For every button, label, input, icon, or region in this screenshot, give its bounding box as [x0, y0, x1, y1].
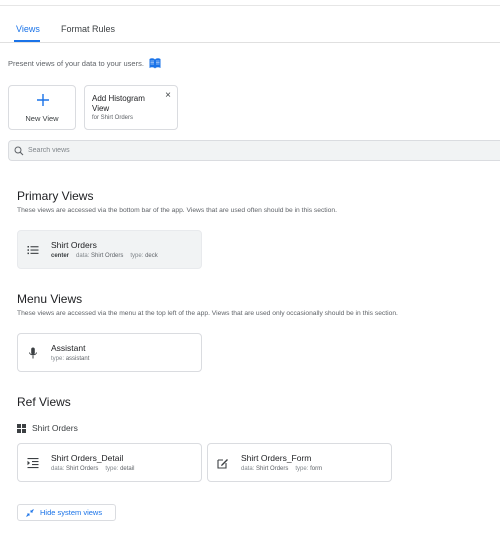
data-label: data:	[76, 253, 90, 259]
plus-icon	[37, 94, 49, 106]
intro: Present views of your data to your users…	[8, 58, 161, 69]
type-label: type:	[51, 356, 65, 362]
hide-system-views-button[interactable]: Hide system views	[17, 504, 116, 521]
view-name: Assistant	[51, 343, 86, 353]
search-icon	[14, 146, 24, 155]
menu-views-title: Menu Views	[17, 292, 83, 306]
active-tab-indicator	[14, 40, 40, 42]
menu-views-description: These views are accessed via the menu at…	[17, 310, 398, 317]
microphone-icon	[29, 347, 37, 359]
view-card-shirt-orders[interactable]: Shirt Orders center data: Shirt Orders typ…	[17, 230, 202, 269]
search-input[interactable]	[28, 147, 428, 154]
ref-group-header: Shirt Orders	[17, 423, 78, 433]
top-divider	[0, 5, 500, 6]
view-data: Shirt Orders	[91, 253, 124, 259]
data-label: data:	[51, 466, 65, 472]
view-type: detail	[120, 466, 135, 472]
view-meta: type: assistant	[51, 356, 89, 362]
suggestion-subtitle: for Shirt Orders	[92, 115, 134, 121]
close-icon[interactable]: ×	[165, 90, 171, 101]
ref-views-title: Ref Views	[17, 395, 71, 409]
ref-group-label: Shirt Orders	[32, 423, 78, 433]
tab-bar: Views Format Rules	[0, 18, 500, 43]
view-card-shirt-orders-form[interactable]: Shirt Orders_Form data: Shirt Orders type…	[207, 443, 392, 482]
view-type: form	[310, 466, 323, 472]
primary-views-title: Primary Views	[17, 189, 94, 203]
primary-views-description: These views are accessed via the bottom …	[17, 207, 337, 214]
view-meta: data: Shirt Orders type: detail	[51, 466, 134, 472]
view-data: Shirt Orders	[256, 466, 289, 472]
view-card-assistant[interactable]: Assistant type: assistant	[17, 333, 202, 372]
view-type: assistant	[65, 356, 90, 362]
add-histogram-suggestion[interactable]: Add Histogram View for Shirt Orders ×	[84, 85, 178, 130]
intro-text: Present views of your data to your users…	[8, 59, 144, 68]
view-data: Shirt Orders	[66, 466, 99, 472]
type-label: type:	[295, 466, 309, 472]
type-label: type:	[105, 466, 119, 472]
suggestion-title: Add Histogram View	[92, 94, 145, 113]
data-label: data:	[241, 466, 255, 472]
search-bar	[8, 140, 500, 161]
book-icon[interactable]	[149, 58, 161, 69]
view-position: center	[51, 253, 70, 259]
view-name: Shirt Orders	[51, 240, 97, 250]
tab-views[interactable]: Views	[16, 24, 40, 34]
collapse-arrows-icon	[26, 508, 34, 517]
view-name: Shirt Orders_Form	[241, 453, 312, 463]
new-view-button[interactable]: New View	[8, 85, 76, 130]
new-view-label: New View	[25, 114, 59, 123]
view-type: deck	[145, 253, 158, 259]
view-meta: center data: Shirt Orders type: deck	[51, 253, 158, 259]
detail-icon	[27, 458, 39, 469]
tab-format-rules[interactable]: Format Rules	[61, 24, 115, 34]
table-grid-icon	[17, 423, 26, 433]
type-label: type:	[130, 253, 144, 259]
view-name: Shirt Orders_Detail	[51, 453, 124, 463]
view-card-shirt-orders-detail[interactable]: Shirt Orders_Detail data: Shirt Orders ty…	[17, 443, 202, 482]
edit-icon	[217, 459, 228, 469]
hide-system-views-label: Hide system views	[40, 508, 103, 517]
view-meta: data: Shirt Orders type: form	[241, 466, 322, 472]
list-icon	[27, 246, 39, 255]
